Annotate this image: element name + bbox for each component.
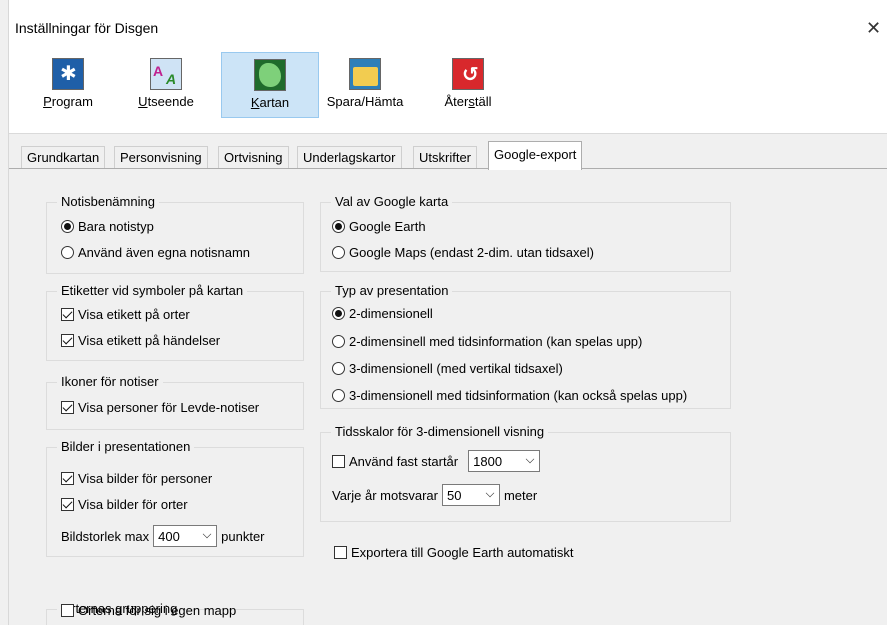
etiketter-legend: Etiketter vid symboler på kartan (57, 283, 248, 298)
startar-value: 1800 (473, 453, 503, 469)
visa-etikett-handelser-label: Visa etikett på händelser (78, 333, 221, 348)
checkbox-checked[interactable] (61, 472, 74, 485)
visa-etikett-orter-label: Visa etikett på orter (78, 307, 190, 322)
chevron-down-icon (525, 454, 535, 464)
visa-bilder-orter-label: Visa bilder för orter (78, 497, 188, 512)
visa-personer-levde-checkbox[interactable]: Visa personer för Levde-notiser (61, 400, 259, 415)
notisbenamning-legend: Notisbenämning (57, 194, 159, 209)
2d-label: 2-dimensionell (349, 306, 433, 321)
font-icon: A A (150, 58, 182, 90)
bara-notistyp-label: Bara notistyp (78, 219, 154, 234)
tab-underlagskartor[interactable]: Underlagskartor (297, 146, 402, 169)
google-earth-label: Google Earth (349, 219, 426, 234)
map-icon (254, 59, 286, 91)
bara-notistyp-radio[interactable]: Bara notistyp (61, 219, 154, 234)
meter-select[interactable]: 50 (441, 484, 500, 506)
bildstorlek-select[interactable]: 400 (153, 525, 218, 547)
checkbox-checked[interactable] (61, 401, 74, 414)
toolbar-spara-label: Spara/Hämta (326, 94, 404, 109)
bildstorlek-row: Bildstorlek max 400 punkter (61, 525, 265, 547)
toolbar-aterstall-button[interactable]: ↺ Återställ (433, 52, 503, 118)
visa-etikett-handelser-checkbox[interactable]: Visa etikett på händelser (61, 333, 220, 348)
exportera-automatiskt-checkbox[interactable]: Exportera till Google Earth automatiskt (334, 545, 574, 560)
meter-value: 50 (446, 487, 462, 503)
ikoner-legend: Ikoner för notiser (57, 374, 163, 389)
google-maps-label: Google Maps (endast 2-dim. utan tidsaxel… (349, 245, 594, 260)
startar-select[interactable]: 1800 (468, 450, 541, 472)
toolbar-program-label: Program (43, 94, 93, 109)
window-title: Inställningar för Disgen (15, 20, 159, 36)
radio-unselected[interactable] (61, 246, 74, 259)
tidsskalor-legend: Tidsskalor för 3-dimensionell visning (331, 424, 549, 439)
visa-etikett-orter-checkbox[interactable]: Visa etikett på orter (61, 307, 190, 322)
meter-unit: meter (503, 487, 538, 503)
tab-utskrifter[interactable]: Utskrifter (413, 146, 477, 169)
close-icon[interactable]: ✕ (866, 18, 881, 39)
radio-unselected[interactable] (332, 246, 345, 259)
toolbar-spara-button[interactable]: Spara/Hämta (323, 52, 407, 118)
ar-motsvarar-label: Varje år motsvarar (332, 487, 438, 503)
toolbar-kartan-label: Kartan (250, 95, 290, 110)
gear-icon: ✱ (52, 58, 84, 90)
val-google-karta-legend: Val av Google karta (331, 194, 453, 209)
checkbox-checked[interactable] (61, 498, 74, 511)
toolbar-program-button[interactable]: ✱ Program (33, 52, 103, 118)
toolbar-aterstall-label: Återställ (444, 94, 492, 109)
radio-unselected[interactable] (332, 362, 345, 375)
tab-google-export[interactable]: Google-export (488, 141, 583, 170)
radio-selected[interactable] (332, 220, 345, 233)
toolbar-utseende-label: Utseende (138, 94, 194, 109)
typ-presentation-legend: Typ av presentation (331, 283, 453, 298)
google-maps-radio[interactable]: Google Maps (endast 2-dim. utan tidsaxel… (332, 245, 594, 260)
notisbenamning-group: Notisbenämning (46, 194, 304, 274)
bilder-legend: Bilder i presentationen (57, 439, 195, 454)
tab-grundkartan[interactable]: Grundkartan (21, 146, 106, 169)
2d-tid-label: 2-dimensinell med tidsinformation (kan s… (349, 334, 643, 349)
visa-bilder-personer-label: Visa bilder för personer (78, 471, 213, 486)
val-google-karta-group: Val av Google karta (320, 194, 731, 272)
undo-icon: ↺ (452, 58, 484, 90)
etiketter-group: Etiketter vid symboler på kartan (46, 283, 304, 361)
3d-radio[interactable]: 3-dimensionell (med vertikal tidsaxel) (332, 361, 563, 376)
toolbar-utseende-button[interactable]: A A Utseende (127, 52, 205, 118)
fast-startar-checkbox[interactable] (332, 454, 345, 468)
tidsskalor-group: Tidsskalor för 3-dimensionell visning (320, 424, 731, 522)
tab-ortvisning[interactable]: Ortvisning (218, 146, 289, 169)
bildstorlek-value: 400 (158, 528, 180, 544)
egna-notisnamn-label: Använd även egna notisnamn (78, 245, 251, 260)
3d-tid-radio[interactable]: 3-dimensionell med tidsinformation (kan … (332, 388, 687, 403)
3d-tid-label: 3-dimensionell med tidsinformation (kan … (349, 388, 688, 403)
3d-label: 3-dimensionell (med vertikal tidsaxel) (349, 361, 563, 376)
2d-radio[interactable]: 2-dimensionell (332, 306, 433, 321)
checkbox-checked[interactable] (61, 334, 74, 347)
visa-bilder-orter-checkbox[interactable]: Visa bilder för orter (61, 497, 188, 512)
checkbox-unchecked[interactable] (334, 546, 347, 559)
fast-startar-label: Använd fast startår (349, 453, 459, 469)
toolbar-kartan-button[interactable]: Kartan (221, 52, 319, 118)
2d-tid-radio[interactable]: 2-dimensinell med tidsinformation (kan s… (332, 334, 642, 349)
exportera-automatiskt-label: Exportera till Google Earth automatiskt (351, 545, 574, 560)
tab-personvisning[interactable]: Personvisning (114, 146, 208, 169)
bildstorlek-unit: punkter (221, 528, 265, 544)
radio-selected[interactable] (332, 307, 345, 320)
google-earth-radio[interactable]: Google Earth (332, 219, 426, 234)
checkbox-unchecked[interactable] (61, 604, 74, 617)
visa-personer-levde-label: Visa personer för Levde-notiser (78, 400, 260, 415)
ar-motsvarar-row: Varje år motsvarar 50 meter (332, 484, 537, 506)
orterna-egen-mapp-checkbox[interactable]: Orterna för sig i egen mapp (61, 603, 236, 618)
egna-notisnamn-radio[interactable]: Använd även egna notisnamn (61, 245, 250, 260)
fast-startar-row: Använd fast startår 1800 (332, 450, 544, 472)
visa-bilder-personer-checkbox[interactable]: Visa bilder för personer (61, 471, 212, 486)
radio-selected[interactable] (61, 220, 74, 233)
background-window-edge (0, 0, 9, 625)
bildstorlek-label: Bildstorlek max (61, 528, 150, 544)
toolbar: ✱ Program A A Utseende Kartan Spara/Hämt… (9, 44, 887, 134)
chevron-down-icon (202, 529, 212, 539)
radio-unselected[interactable] (332, 389, 345, 402)
folder-icon (349, 58, 381, 90)
orterna-egen-mapp-label: Orterna för sig i egen mapp (78, 603, 237, 618)
checkbox-checked[interactable] (61, 308, 74, 321)
radio-unselected[interactable] (332, 335, 345, 348)
chevron-down-icon (485, 488, 495, 498)
